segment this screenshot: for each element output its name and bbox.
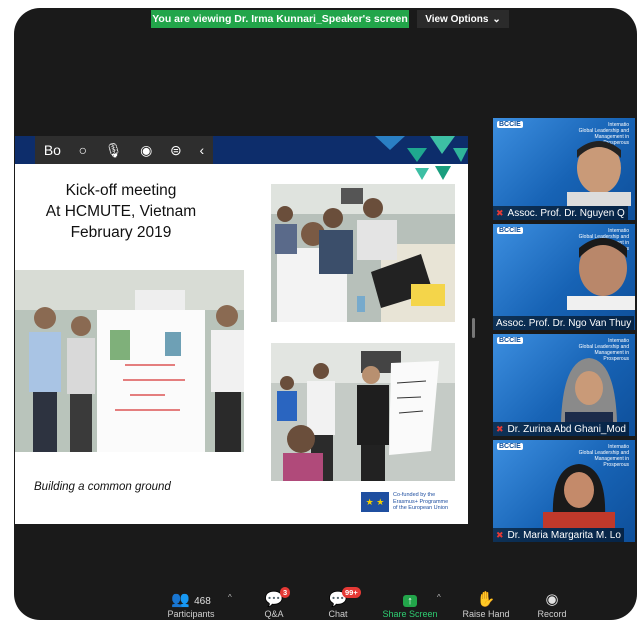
participant-tile[interactable]: BCCIE Internatio Global Leadership and Ma… bbox=[493, 118, 635, 220]
annotation-toolbar: Bo ○ 🎙 ◉ ⊜ ‹ bbox=[35, 136, 213, 164]
record-button[interactable]: ◉ Record bbox=[532, 591, 572, 620]
participants-icon: 👥 468 bbox=[171, 591, 211, 608]
slide-title: Kick-off meeting At HCMUTE, Vietnam Febr… bbox=[21, 180, 221, 243]
participants-button[interactable]: 👥 468 Participants bbox=[162, 591, 220, 620]
chevron-up-icon[interactable]: ^ bbox=[437, 593, 441, 602]
zoom-meeting-window: You are viewing Dr. Irma Kunnari_Speaker… bbox=[14, 8, 637, 620]
slide-title-line: At HCMUTE, Vietnam bbox=[45, 203, 197, 220]
raise-hand-button[interactable]: ✋ Raise Hand bbox=[458, 591, 514, 620]
participant-video bbox=[561, 358, 617, 422]
viewing-banner-text: You are viewing Dr. Irma Kunnari_Speaker… bbox=[152, 13, 408, 25]
photo-whiteboard-session bbox=[271, 343, 455, 481]
muted-mic-icon: ✖ bbox=[496, 207, 504, 218]
participant-name: ✖ Dr. Zurina Abd Ghani_Mod bbox=[493, 422, 629, 436]
eu-flag-icon: ★ ★ bbox=[361, 492, 389, 512]
chat-badge: 99+ bbox=[342, 587, 361, 598]
participant-tile-active-speaker[interactable]: BCCIE InternatioGlobal Leadership and Ma… bbox=[493, 224, 635, 330]
event-logo: BCCIE bbox=[497, 121, 523, 128]
qa-badge: 3 bbox=[280, 587, 291, 598]
view-options-label: View Options bbox=[425, 13, 489, 25]
chevron-up-icon[interactable]: ^ bbox=[228, 593, 232, 602]
participant-video bbox=[567, 238, 635, 310]
hand-icon: ✋ bbox=[476, 591, 496, 608]
event-logo: BCCIE bbox=[497, 443, 523, 450]
circle-tool-icon[interactable]: ○ bbox=[79, 142, 87, 158]
slide-title-line: Kick-off meeting bbox=[65, 182, 177, 199]
chevron-down-icon: ⌄ bbox=[492, 13, 501, 25]
participant-video bbox=[543, 464, 615, 528]
slide-title-line: February 2019 bbox=[70, 224, 172, 241]
participant-tile[interactable]: BCCIE Internatio Global Leadership and Ma… bbox=[493, 440, 635, 542]
participant-tile[interactable]: BCCIE Internatio Global Leadership and Ma… bbox=[493, 334, 635, 436]
muted-mic-icon: ✖ bbox=[496, 423, 504, 434]
eu-cofunded-text: Co-funded by the Erasmus+ Programme of t… bbox=[393, 492, 449, 512]
eu-cofunded-logo: ★ ★ Co-funded by the Erasmus+ Programme … bbox=[361, 492, 463, 512]
record-icon: ◉ bbox=[545, 591, 559, 608]
participant-name: Assoc. Prof. Dr. Ngo Van Thuy bbox=[493, 316, 635, 330]
slide-caption: Building a common ground bbox=[34, 481, 171, 493]
view-options-button[interactable]: View Options ⌄ bbox=[417, 10, 509, 28]
share-screen-icon: ↑ bbox=[376, 591, 444, 609]
participant-name: ✖ Assoc. Prof. Dr. Nguyen Q bbox=[493, 206, 628, 220]
chat-button[interactable]: 💬 99+ Chat bbox=[320, 587, 361, 620]
microphone-icon[interactable]: 🎙 bbox=[105, 142, 123, 159]
audio-icon[interactable]: ⊜ bbox=[170, 142, 182, 159]
event-logo: BCCIE bbox=[497, 227, 523, 234]
participant-video bbox=[567, 141, 631, 206]
photo-team-laptop bbox=[271, 184, 455, 322]
muted-mic-icon: ✖ bbox=[496, 529, 504, 540]
participant-name: ✖ Dr. Maria Margarita M. Lo bbox=[493, 528, 624, 542]
event-logo: BCCIE bbox=[497, 337, 523, 344]
viewing-banner: You are viewing Dr. Irma Kunnari_Speaker… bbox=[151, 10, 409, 28]
record-dot-icon[interactable]: ◉ bbox=[140, 142, 152, 159]
split-view-handle[interactable] bbox=[472, 318, 475, 338]
annotate-text-icon[interactable]: Bo bbox=[44, 142, 61, 158]
shared-screen-slide: Bo ○ 🎙 ◉ ⊜ ‹ Kick-off meeting At HCMUTE,… bbox=[15, 136, 468, 524]
slide-triangle-decor bbox=[375, 136, 468, 180]
qa-button[interactable]: 💬 3 Q&A bbox=[254, 587, 294, 620]
photo-group-flipchart bbox=[15, 270, 244, 452]
share-screen-button[interactable]: ↑ Share Screen bbox=[376, 591, 444, 620]
meeting-toolbar: 👥 468 Participants ^ 💬 3 Q&A 💬 99+ Chat … bbox=[14, 586, 637, 620]
collapse-chevron-icon[interactable]: ‹ bbox=[199, 142, 204, 158]
